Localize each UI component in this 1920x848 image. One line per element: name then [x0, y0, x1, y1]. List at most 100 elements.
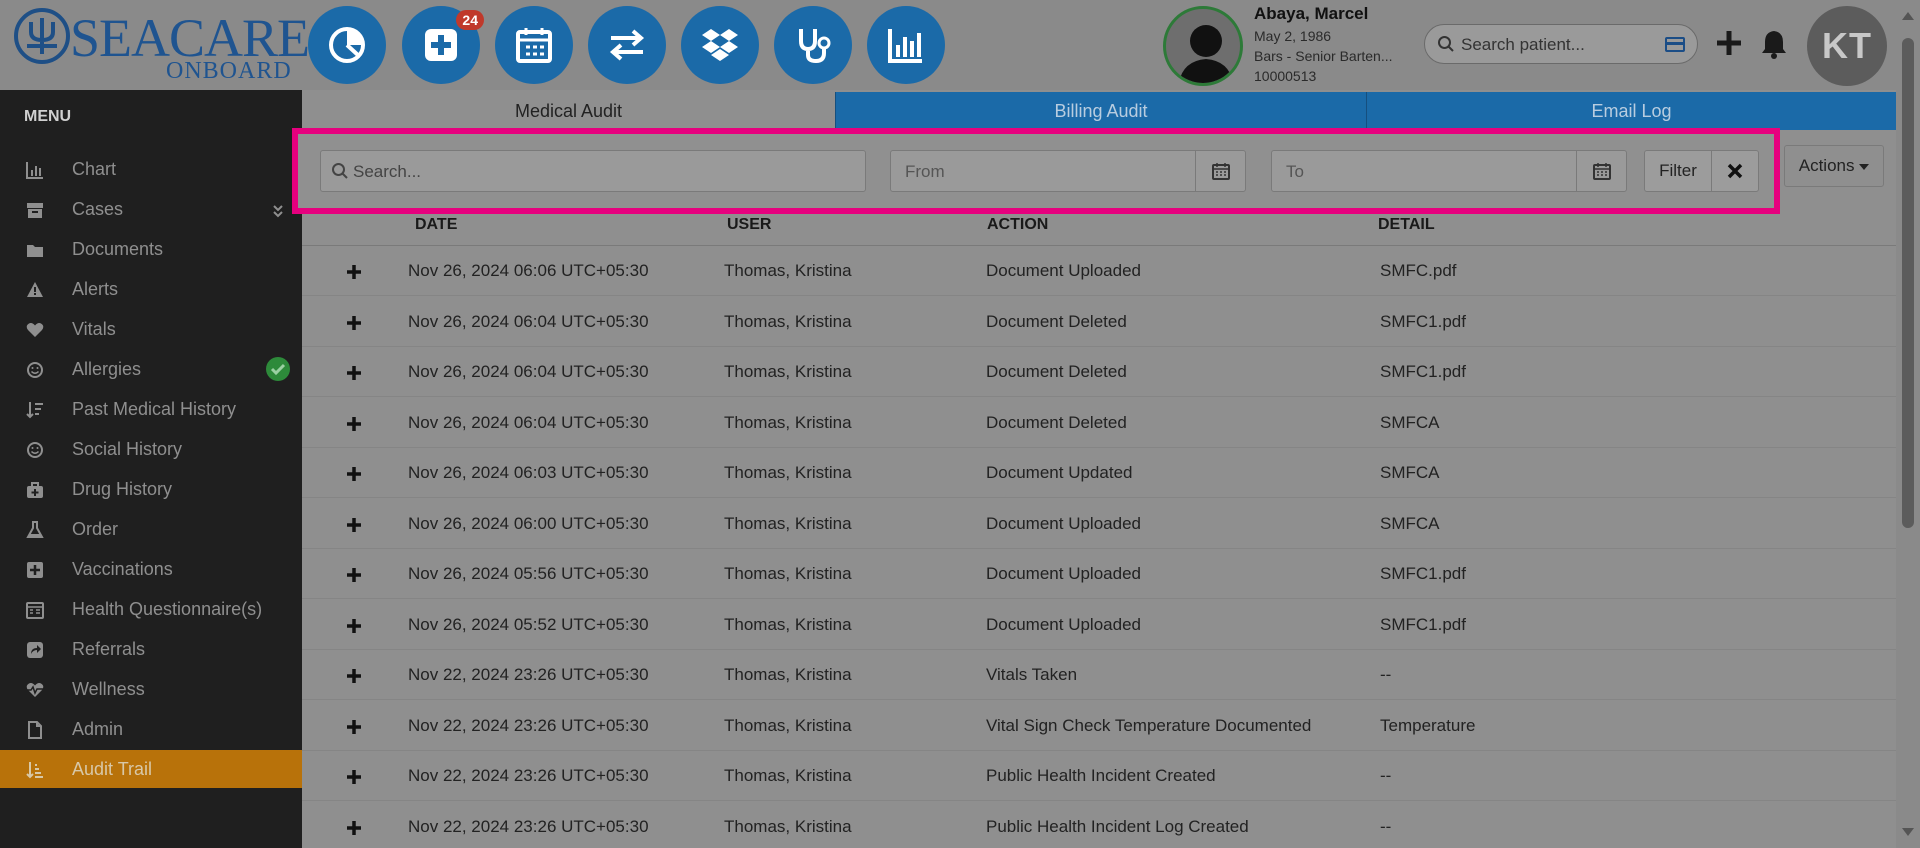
folder-icon: [27, 245, 43, 257]
table-row[interactable]: Nov 26, 2024 06:04 UTC+05:30 Thomas, Kris…: [302, 347, 1896, 397]
from-date-input[interactable]: [905, 160, 1185, 184]
sidebar-item-drug-history[interactable]: Drug History: [0, 470, 302, 508]
close-icon: [1727, 163, 1743, 179]
sidebar-item-health-questionnaires[interactable]: Health Questionnaire(s): [0, 590, 302, 628]
bell-icon[interactable]: [1760, 28, 1788, 60]
table-row[interactable]: Nov 22, 2024 23:26 UTC+05:30 Thomas, Kris…: [302, 751, 1896, 801]
expand-plus-icon[interactable]: [346, 769, 362, 785]
calendar-button[interactable]: [495, 6, 573, 84]
patient-role: Bars - Senior Barten...: [1254, 48, 1393, 64]
sidebar-item-vitals[interactable]: Vitals: [0, 310, 302, 348]
table-row[interactable]: Nov 26, 2024 05:52 UTC+05:30 Thomas, Kris…: [302, 600, 1896, 650]
audit-search-input[interactable]: [353, 160, 853, 184]
column-header-detail[interactable]: DETAIL: [1378, 216, 1435, 234]
to-calendar-button[interactable]: [1576, 151, 1626, 191]
patient-photo[interactable]: [1163, 6, 1243, 86]
sidebar-item-social-history[interactable]: Social History: [0, 430, 302, 468]
patient-name[interactable]: Abaya, Marcel: [1254, 4, 1393, 24]
cell-detail: SMFC1.pdf: [1380, 564, 1466, 583]
tab-email-log[interactable]: Email Log: [1366, 92, 1896, 130]
from-date-field: [890, 150, 1246, 192]
id-card-icon[interactable]: [1665, 37, 1685, 52]
from-calendar-button[interactable]: [1195, 151, 1245, 191]
table-row[interactable]: Nov 26, 2024 05:56 UTC+05:30 Thomas, Kris…: [302, 549, 1896, 599]
sidebar-item-label: Admin: [72, 719, 124, 739]
expand-plus-icon[interactable]: [346, 567, 362, 583]
expand-plus-icon[interactable]: [346, 264, 362, 280]
sidebar-item-order[interactable]: Order: [0, 510, 302, 548]
dropbox-button[interactable]: [681, 6, 759, 84]
sidebar-item-vaccinations[interactable]: Vaccinations: [0, 550, 302, 588]
table-row[interactable]: Nov 22, 2024 23:26 UTC+05:30 Thomas, Kris…: [302, 802, 1896, 848]
new-case-button[interactable]: 24: [402, 6, 484, 84]
sidebar-item-allergies[interactable]: Allergies: [0, 350, 302, 388]
scrollbar[interactable]: [1896, 0, 1920, 848]
sidebar-item-alerts[interactable]: Alerts: [0, 270, 302, 308]
calendar-icon: [1592, 163, 1611, 180]
sidebar-item-referrals[interactable]: Referrals: [0, 630, 302, 668]
cell-detail: SMFC.pdf: [1380, 261, 1457, 280]
column-header-date[interactable]: DATE: [415, 216, 457, 234]
dashboard-button[interactable]: [308, 6, 386, 84]
expand-plus-icon[interactable]: [346, 820, 362, 836]
chevron-double-down-icon[interactable]: [272, 204, 284, 218]
cell-date: Nov 26, 2024 05:56 UTC+05:30: [408, 564, 649, 583]
actions-dropdown[interactable]: Actions: [1784, 145, 1884, 187]
cell-user: Thomas, Kristina: [724, 362, 852, 381]
table-row[interactable]: Nov 22, 2024 23:26 UTC+05:30 Thomas, Kris…: [302, 650, 1896, 700]
to-date-input[interactable]: [1286, 160, 1566, 184]
patient-search-input[interactable]: [1461, 33, 1651, 57]
table-row[interactable]: Nov 26, 2024 06:00 UTC+05:30 Thomas, Kris…: [302, 499, 1896, 549]
scroll-thumb[interactable]: [1902, 38, 1914, 528]
sidebar-item-label: Vaccinations: [72, 559, 173, 579]
user-avatar[interactable]: KT: [1807, 6, 1887, 86]
patient-silhouette-icon: [1178, 25, 1234, 83]
expand-plus-icon[interactable]: [346, 517, 362, 533]
medkit-icon: [27, 482, 43, 498]
expand-plus-icon[interactable]: [346, 466, 362, 482]
scroll-down-arrow[interactable]: [1902, 828, 1914, 836]
table-row[interactable]: Nov 22, 2024 23:26 UTC+05:30 Thomas, Kris…: [302, 701, 1896, 751]
cell-action: Document Uploaded: [986, 564, 1141, 583]
transfer-button[interactable]: [588, 6, 666, 84]
clinical-button[interactable]: [774, 6, 852, 84]
sidebar-item-wellness[interactable]: Wellness: [0, 670, 302, 708]
medical-plus-icon: [425, 29, 457, 61]
table-row[interactable]: Nov 26, 2024 06:04 UTC+05:30 Thomas, Kris…: [302, 398, 1896, 448]
column-header-user[interactable]: USER: [727, 216, 771, 234]
expand-plus-icon[interactable]: [346, 719, 362, 735]
expand-plus-icon[interactable]: [346, 618, 362, 634]
sidebar-item-chart[interactable]: Chart: [0, 150, 302, 188]
scroll-up-arrow[interactable]: [1902, 12, 1914, 20]
seacare-logo[interactable]: SEACARE ONBOARD: [14, 8, 310, 84]
sidebar-item-admin[interactable]: Admin: [0, 710, 302, 748]
table-row[interactable]: Nov 26, 2024 06:04 UTC+05:30 Thomas, Kris…: [302, 297, 1896, 347]
cell-date: Nov 22, 2024 23:26 UTC+05:30: [408, 816, 649, 836]
cell-action: Document Deleted: [986, 311, 1127, 331]
expand-plus-icon[interactable]: [346, 416, 362, 432]
cell-detail: SMFC1.pdf: [1380, 311, 1466, 331]
sidebar-item-label: Order: [72, 519, 119, 539]
sidebar-item-cases[interactable]: Cases: [0, 190, 302, 228]
expand-plus-icon[interactable]: [346, 315, 362, 331]
table-row[interactable]: Nov 26, 2024 06:03 UTC+05:30 Thomas, Kris…: [302, 448, 1896, 498]
tab-billing-audit[interactable]: Billing Audit: [835, 92, 1366, 130]
expand-plus-icon[interactable]: [346, 668, 362, 684]
tab-medical-audit[interactable]: Medical Audit: [302, 92, 835, 130]
menu-title: MENU: [24, 108, 72, 125]
column-header-action[interactable]: ACTION: [987, 216, 1048, 234]
filter-button[interactable]: Filter: [1644, 150, 1712, 192]
patient-dob: May 2, 1986: [1254, 28, 1332, 44]
expand-plus-icon[interactable]: [346, 365, 362, 381]
sidebar-item-audit-trail[interactable]: Audit Trail: [0, 750, 302, 788]
cell-date: Nov 26, 2024 06:04 UTC+05:30: [408, 412, 649, 432]
sidebar-item-past-medical-history[interactable]: Past Medical History: [0, 390, 302, 428]
sidebar-item-documents[interactable]: Documents: [0, 230, 302, 268]
reports-button[interactable]: [867, 6, 945, 84]
clear-filter-button[interactable]: [1711, 150, 1759, 192]
add-icon[interactable]: [1714, 28, 1744, 58]
cell-user: Thomas, Kristina: [724, 715, 852, 735]
table-row[interactable]: Nov 26, 2024 06:06 UTC+05:30 Thomas, Kris…: [302, 246, 1896, 296]
sidebar: MENU Chart Cases Documents Alerts Vitals…: [0, 90, 302, 848]
top-header: SEACARE ONBOARD 24 Abaya, Marcel May 2, …: [0, 0, 1920, 90]
